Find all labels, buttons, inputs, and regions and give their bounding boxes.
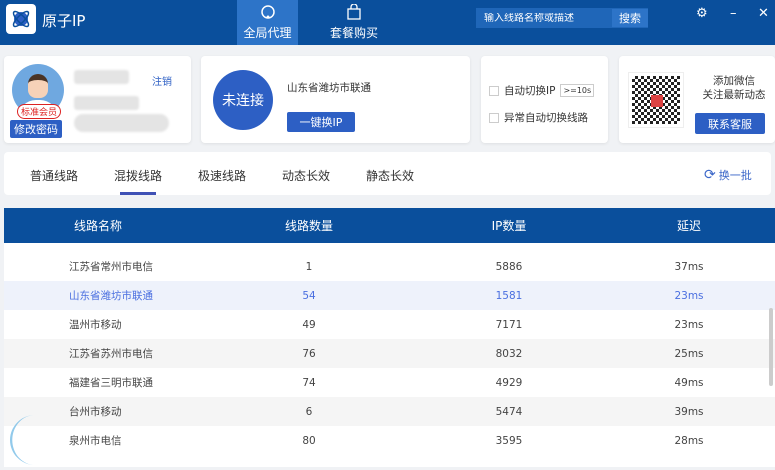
col-header: 线路名称 xyxy=(74,219,123,233)
table-header: 线路名称 线路数量 IP数量 延迟 xyxy=(4,208,775,243)
search-box: 搜索 xyxy=(476,8,648,28)
contact-line1: 添加微信 xyxy=(713,75,755,87)
interval-input[interactable]: >=10s xyxy=(560,84,595,97)
ip-count-cell: 1581 xyxy=(495,289,523,302)
search-input[interactable] xyxy=(476,12,612,24)
scrollbar[interactable] xyxy=(769,308,773,386)
member-badge: 标准会员 xyxy=(17,104,62,119)
line-count-cell: 74 xyxy=(302,376,316,389)
col-header: IP数量 xyxy=(491,219,527,233)
title-bar: 原子IP 全局代理 套餐购买 搜索 ⚙ – ✕ xyxy=(0,0,775,45)
latency-cell: 37ms xyxy=(674,260,704,273)
tab-static[interactable]: 静态长效 xyxy=(366,167,414,184)
minimize-button[interactable]: – xyxy=(730,6,737,21)
contact-support-button[interactable]: 联系客服 xyxy=(695,113,765,134)
line-count-cell: 54 xyxy=(302,289,316,302)
shopping-bag-icon xyxy=(347,4,361,20)
contact-line2: 关注最新动态 xyxy=(702,89,766,101)
search-button[interactable]: 搜索 xyxy=(612,9,648,27)
line-count-cell: 6 xyxy=(305,405,313,418)
latency-cell: 23ms xyxy=(674,318,704,331)
table-row[interactable]: 福建省三明市联通 74 4929 49ms xyxy=(4,368,775,397)
ip-count-cell: 3595 xyxy=(495,434,523,447)
tab-mixed[interactable]: 混拨线路 xyxy=(114,167,162,195)
options-card: 自动切换IP >=10s 异常自动切换线路 xyxy=(481,56,608,143)
current-line: 山东省潍坊市联通 xyxy=(287,82,371,94)
nav-buy-package[interactable]: 套餐购买 xyxy=(322,0,386,45)
ip-count-cell: 5474 xyxy=(495,405,523,418)
auto-switch-option: 自动切换IP >=10s xyxy=(489,83,595,98)
line-name-cell: 山东省潍坊市联通 xyxy=(69,290,153,302)
watermark-logo xyxy=(0,410,160,467)
refresh-button[interactable]: ⟳ 换一批 xyxy=(704,167,752,183)
line-name-cell: 温州市移动 xyxy=(69,319,122,331)
line-count-cell: 80 xyxy=(302,434,316,447)
latency-cell: 49ms xyxy=(674,376,704,389)
table-row[interactable]: 江苏省常州市电信 1 5886 37ms xyxy=(4,252,775,281)
latency-cell: 39ms xyxy=(674,405,704,418)
globe-proxy-icon xyxy=(260,5,275,19)
abnormal-switch-option: 异常自动切换线路 xyxy=(489,110,588,125)
auto-switch-checkbox[interactable] xyxy=(489,85,499,96)
blurred-info xyxy=(74,114,169,132)
line-count-cell: 76 xyxy=(302,347,316,360)
app-logo xyxy=(6,4,36,34)
latency-cell: 23ms xyxy=(674,289,704,302)
table-row[interactable]: 山东省潍坊市联通 54 1581 23ms xyxy=(4,281,775,310)
table-row[interactable]: 温州市移动 49 7171 23ms xyxy=(4,310,775,339)
refresh-icon: ⟳ xyxy=(704,167,716,183)
qr-code xyxy=(628,72,684,128)
switch-ip-button[interactable]: 一键换IP xyxy=(287,112,355,132)
ip-count-cell: 8032 xyxy=(495,347,523,360)
latency-cell: 28ms xyxy=(674,434,704,447)
contact-card: 添加微信 关注最新动态 联系客服 xyxy=(619,56,775,143)
line-count-cell: 1 xyxy=(305,260,313,273)
app-title: 原子IP xyxy=(42,12,86,30)
refresh-label: 换一批 xyxy=(718,169,752,182)
line-tabs: 普通线路 混拨线路 极速线路 动态长效 静态长效 ⟳ 换一批 xyxy=(4,152,771,195)
tab-dynamic[interactable]: 动态长效 xyxy=(282,167,330,184)
line-name-cell: 江苏省苏州市电信 xyxy=(69,348,153,360)
line-name-cell: 江苏省常州市电信 xyxy=(69,261,153,273)
col-header: 延迟 xyxy=(676,219,701,233)
table-row[interactable]: 江苏省苏州市电信 76 8032 25ms xyxy=(4,339,775,368)
col-header: 线路数量 xyxy=(284,219,333,233)
blurred-info xyxy=(74,96,139,110)
tab-normal[interactable]: 普通线路 xyxy=(30,167,78,184)
connection-status: 未连接 xyxy=(213,70,273,130)
nav-label: 套餐购买 xyxy=(329,26,378,40)
abnormal-switch-label: 异常自动切换线路 xyxy=(504,112,588,124)
line-count-cell: 49 xyxy=(302,318,316,331)
ip-count-cell: 5886 xyxy=(495,260,523,273)
change-password-button[interactable]: 修改密码 xyxy=(10,120,62,138)
user-card: 标准会员 修改密码 注销 xyxy=(4,56,191,143)
abnormal-switch-checkbox[interactable] xyxy=(489,112,499,123)
auto-switch-label: 自动切换IP xyxy=(504,85,556,97)
nav-label: 全局代理 xyxy=(243,26,292,40)
nav-global-proxy[interactable]: 全局代理 xyxy=(237,0,298,45)
blurred-username xyxy=(74,70,129,84)
gear-icon[interactable]: ⚙ xyxy=(696,6,708,21)
close-button[interactable]: ✕ xyxy=(758,6,769,21)
ip-count-cell: 7171 xyxy=(495,318,523,331)
latency-cell: 25ms xyxy=(674,347,704,360)
ip-count-cell: 4929 xyxy=(495,376,523,389)
tab-fast[interactable]: 极速线路 xyxy=(198,167,246,184)
line-name-cell: 福建省三明市联通 xyxy=(69,377,153,389)
logout-link[interactable]: 注销 xyxy=(152,73,172,88)
connection-card: 未连接 山东省潍坊市联通 一键换IP xyxy=(201,56,470,143)
